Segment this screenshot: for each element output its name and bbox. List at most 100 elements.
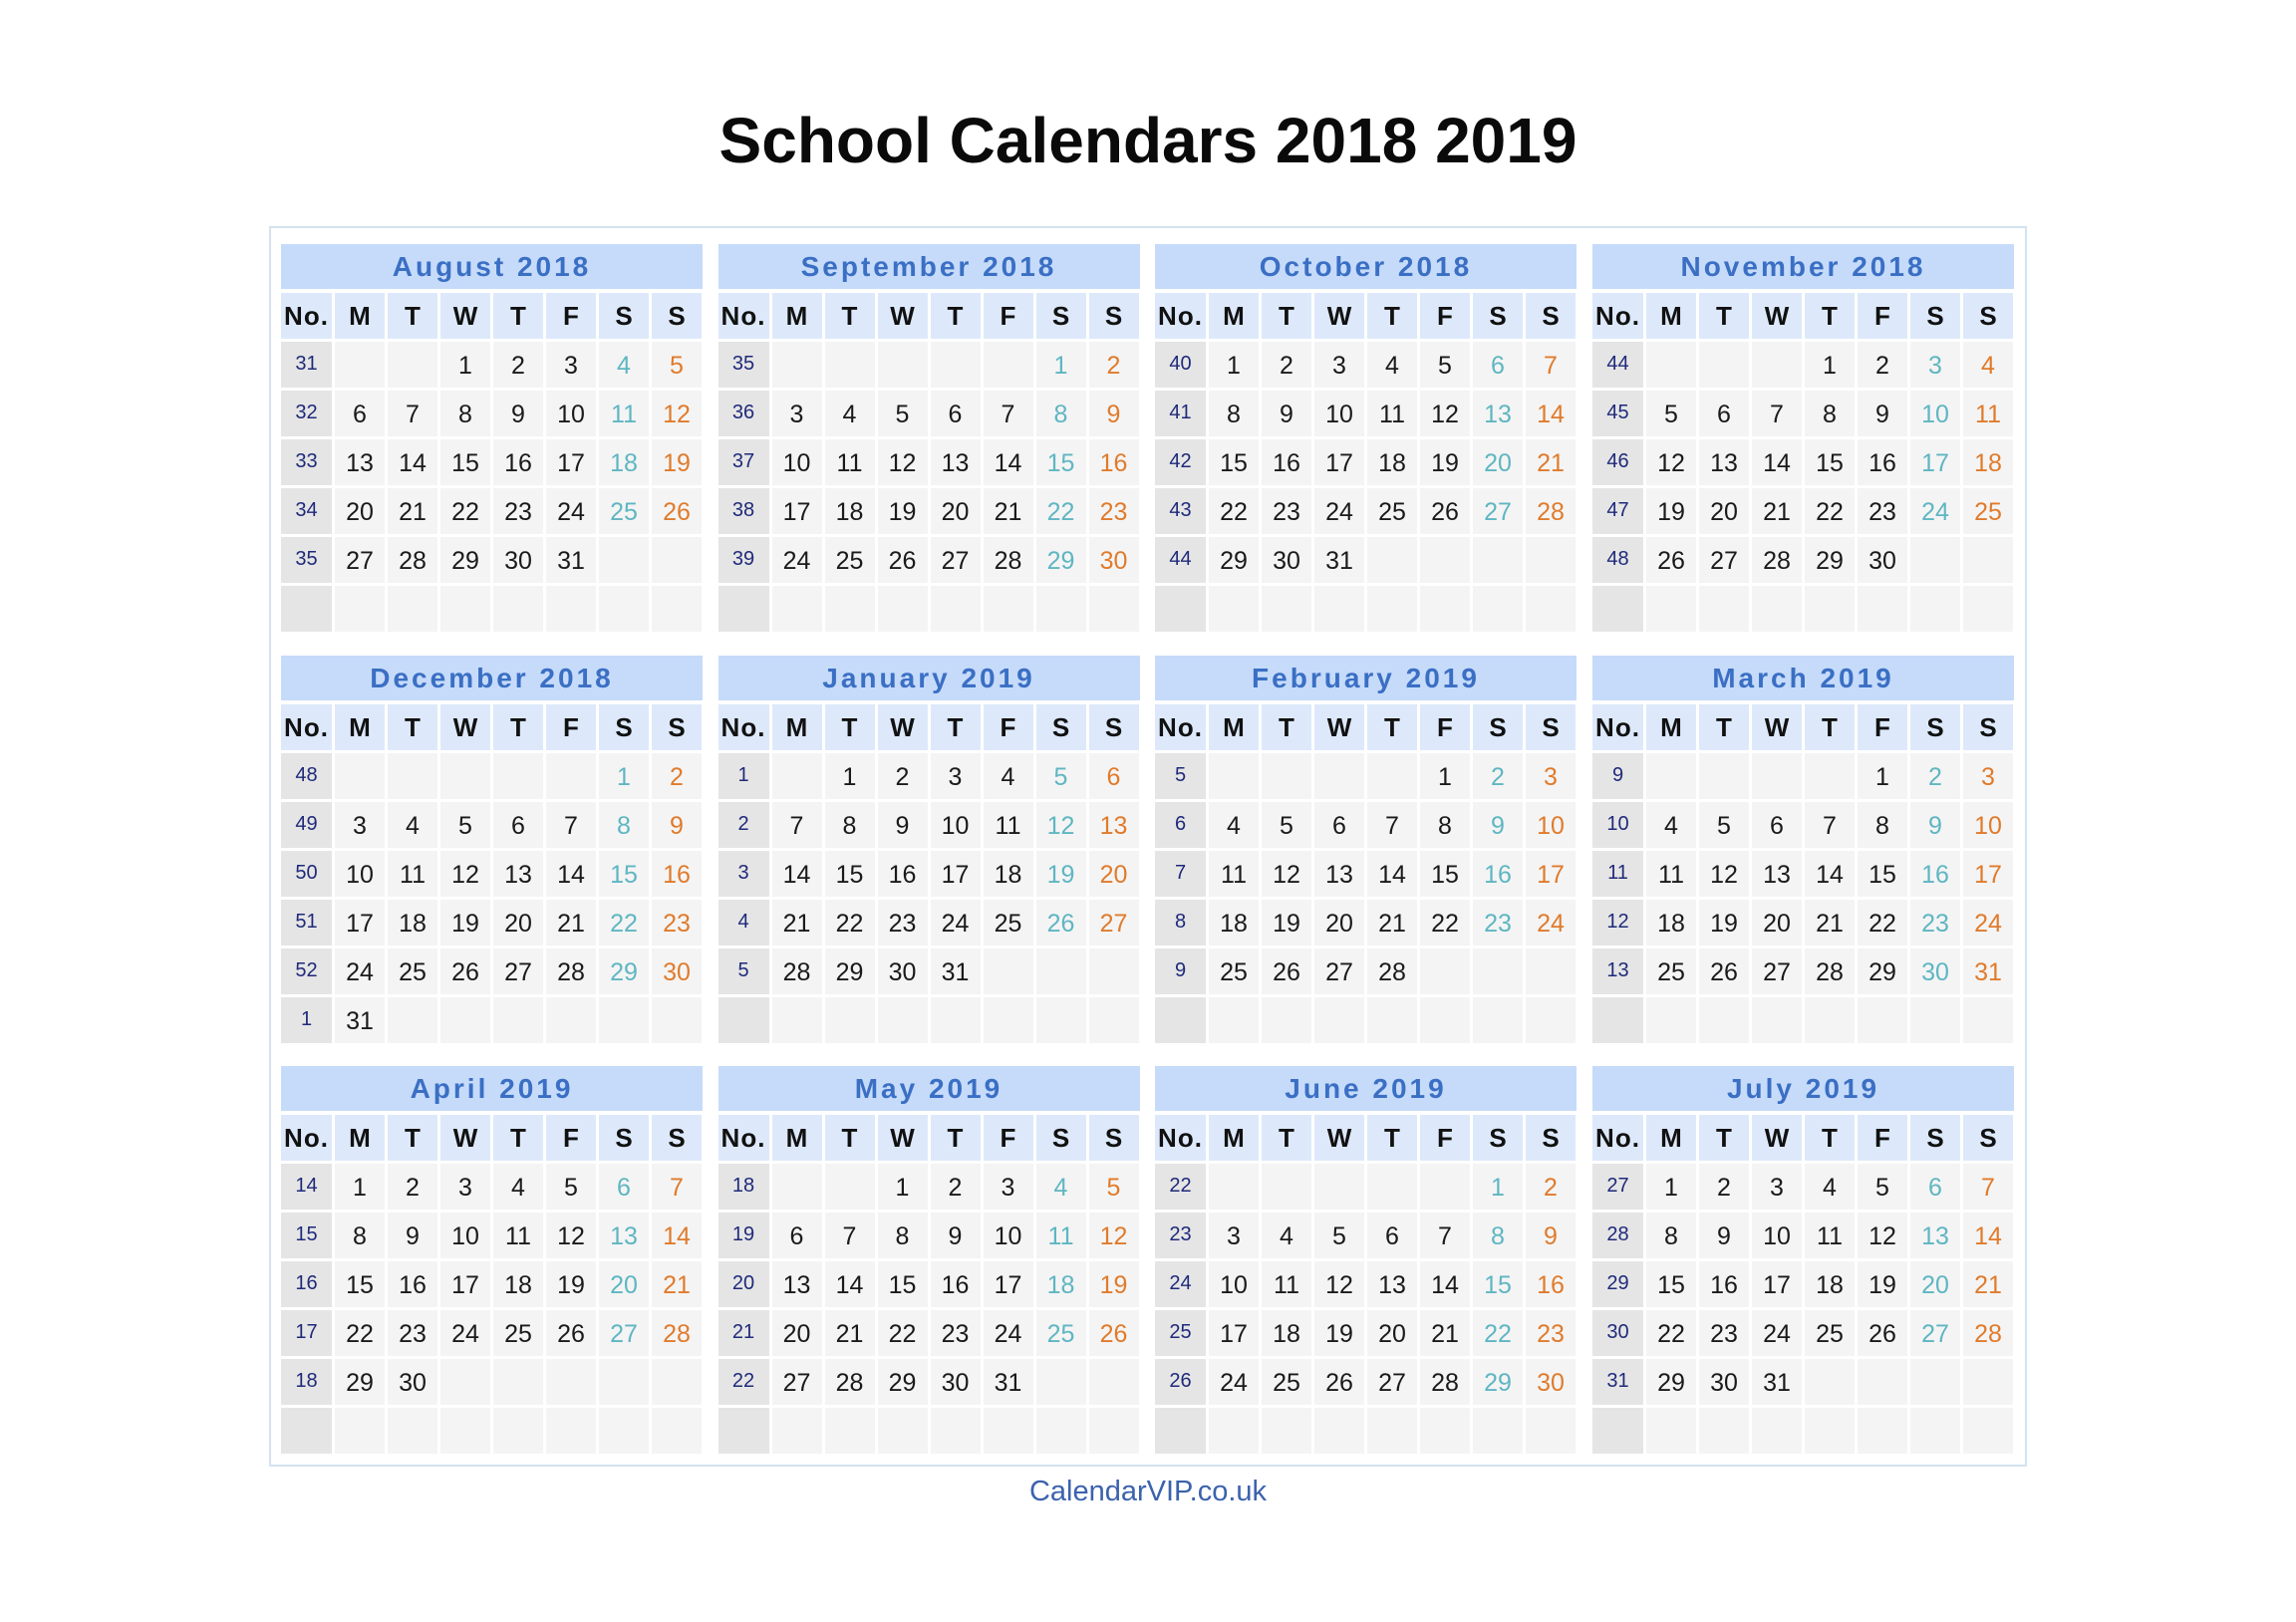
empty-day-cell	[1752, 1408, 1802, 1454]
week-number: 27	[1592, 1164, 1643, 1210]
weekday-header: T	[1699, 293, 1749, 339]
empty-day-cell	[493, 752, 543, 799]
day-cell: 6	[930, 391, 981, 436]
week-number: 42	[1155, 439, 1206, 485]
day-cell: 16	[1699, 1261, 1749, 1307]
day-cell: 21	[1752, 488, 1802, 534]
day-cell: 23	[388, 1310, 437, 1356]
empty-day-cell	[983, 342, 1033, 388]
day-cell: 14	[546, 850, 596, 897]
weekday-header: F	[1420, 1115, 1470, 1161]
day-cell: 2	[388, 1164, 437, 1210]
empty-day-cell	[1963, 1408, 2013, 1454]
day-cell: 2	[877, 752, 928, 799]
weekday-header: S	[1910, 293, 1960, 339]
day-cell: 31	[983, 1359, 1033, 1405]
day-cell: 30	[877, 947, 928, 994]
empty-day-cell	[1699, 996, 1749, 1043]
day-cell: 29	[1209, 537, 1259, 583]
weekday-header: S	[1473, 1115, 1523, 1161]
day-cell: 28	[983, 537, 1033, 583]
month-calendar: November 2018 No. M T W T F S S 44 1 2 3 4 45 5 6 7 8 9 10 11…	[1592, 244, 2014, 632]
empty-day-cell	[1420, 947, 1470, 994]
day-cell: 23	[877, 899, 928, 946]
empty-day-cell	[1209, 996, 1259, 1043]
day-cell-sunday: 21	[652, 1261, 702, 1307]
day-cell-saturday: 3	[1910, 342, 1960, 388]
day-cell: 21	[1805, 899, 1855, 946]
day-cell: 22	[1805, 488, 1855, 534]
week-number: 20	[718, 1261, 769, 1307]
day-cell: 9	[1858, 391, 1907, 436]
empty-day-cell	[652, 1359, 702, 1405]
day-cell: 29	[1805, 537, 1855, 583]
empty-day-cell	[1262, 752, 1311, 799]
day-cell: 29	[1646, 1359, 1696, 1405]
week-number-header: No.	[1592, 293, 1643, 339]
day-cell-saturday: 12	[1035, 801, 1086, 848]
weekday-header: M	[771, 293, 822, 339]
week-number: 23	[1155, 1213, 1206, 1258]
day-cell: 3	[1314, 342, 1364, 388]
empty-day-cell	[546, 1359, 596, 1405]
day-cell: 30	[1262, 537, 1311, 583]
day-cell: 22	[877, 1310, 928, 1356]
day-cell: 1	[1646, 1164, 1696, 1210]
weekday-header: S	[1526, 1115, 1576, 1161]
empty-day-cell	[546, 996, 596, 1043]
day-cell: 24	[1209, 1359, 1259, 1405]
month-calendar: March 2019 No. M T W T F S S 9 1 2 3 10 4 5 6 7 8 9 10 11 11 12…	[1592, 655, 2014, 1043]
empty-day-cell	[388, 996, 437, 1043]
day-cell: 26	[1262, 947, 1311, 994]
weekday-header: S	[1910, 1115, 1960, 1161]
day-cell: 27	[335, 537, 385, 583]
day-cell: 24	[1752, 1310, 1802, 1356]
day-cell: 24	[771, 537, 822, 583]
empty-day-cell	[1209, 752, 1259, 799]
day-cell: 24	[983, 1310, 1033, 1356]
day-cell: 15	[1646, 1261, 1696, 1307]
day-cell: 28	[1752, 537, 1802, 583]
week-number-header: No.	[281, 703, 332, 750]
day-cell: 22	[1420, 899, 1470, 946]
weekday-header: W	[877, 703, 928, 750]
empty-day-cell	[1646, 996, 1696, 1043]
day-cell-saturday: 22	[1035, 488, 1086, 534]
day-cell: 1	[1420, 752, 1470, 799]
day-cell: 27	[1314, 947, 1364, 994]
weekday-header: T	[930, 703, 981, 750]
day-cell: 22	[1858, 899, 1907, 946]
week-number-header: No.	[281, 293, 332, 339]
empty-day-cell	[1526, 996, 1576, 1043]
empty-day-cell	[652, 996, 702, 1043]
day-cell: 14	[1752, 439, 1802, 485]
empty-day-cell	[1262, 1408, 1311, 1454]
weekday-header: F	[546, 703, 596, 750]
day-cell: 17	[930, 850, 981, 897]
day-cell: 15	[335, 1261, 385, 1307]
day-cell: 21	[1420, 1310, 1470, 1356]
day-cell: 18	[1209, 899, 1259, 946]
day-cell: 1	[335, 1164, 385, 1210]
day-cell: 21	[824, 1310, 875, 1356]
empty-day-cell	[1699, 752, 1749, 799]
day-cell-saturday: 19	[1035, 850, 1086, 897]
day-cell: 27	[1367, 1359, 1417, 1405]
day-cell-saturday: 13	[1473, 391, 1523, 436]
footer-link[interactable]: CalendarVIP.co.uk	[0, 1476, 2296, 1508]
day-cell: 31	[1752, 1359, 1802, 1405]
weekday-header: F	[1420, 293, 1470, 339]
week-number	[1155, 1408, 1206, 1454]
empty-day-cell	[599, 1408, 649, 1454]
month-title: June 2019	[1155, 1066, 1577, 1111]
day-cell: 5	[1646, 391, 1696, 436]
day-cell-saturday: 16	[1473, 850, 1523, 897]
day-cell: 2	[930, 1164, 981, 1210]
month-calendar: December 2018 No. M T W T F S S 48 1 2 49 3 4 5 6 7 8 9 50 10…	[281, 655, 703, 1043]
month-grid: No. M T W T F S S 27 1 2 3 4 5 6 7 28 8 9 10 11 12 13 14 29 15 16 1…	[1592, 1115, 2014, 1454]
month-title: July 2019	[1592, 1066, 2014, 1111]
week-number: 39	[718, 537, 769, 583]
day-cell: 11	[1209, 850, 1259, 897]
empty-day-cell	[599, 1359, 649, 1405]
day-cell-saturday: 2	[1473, 752, 1523, 799]
